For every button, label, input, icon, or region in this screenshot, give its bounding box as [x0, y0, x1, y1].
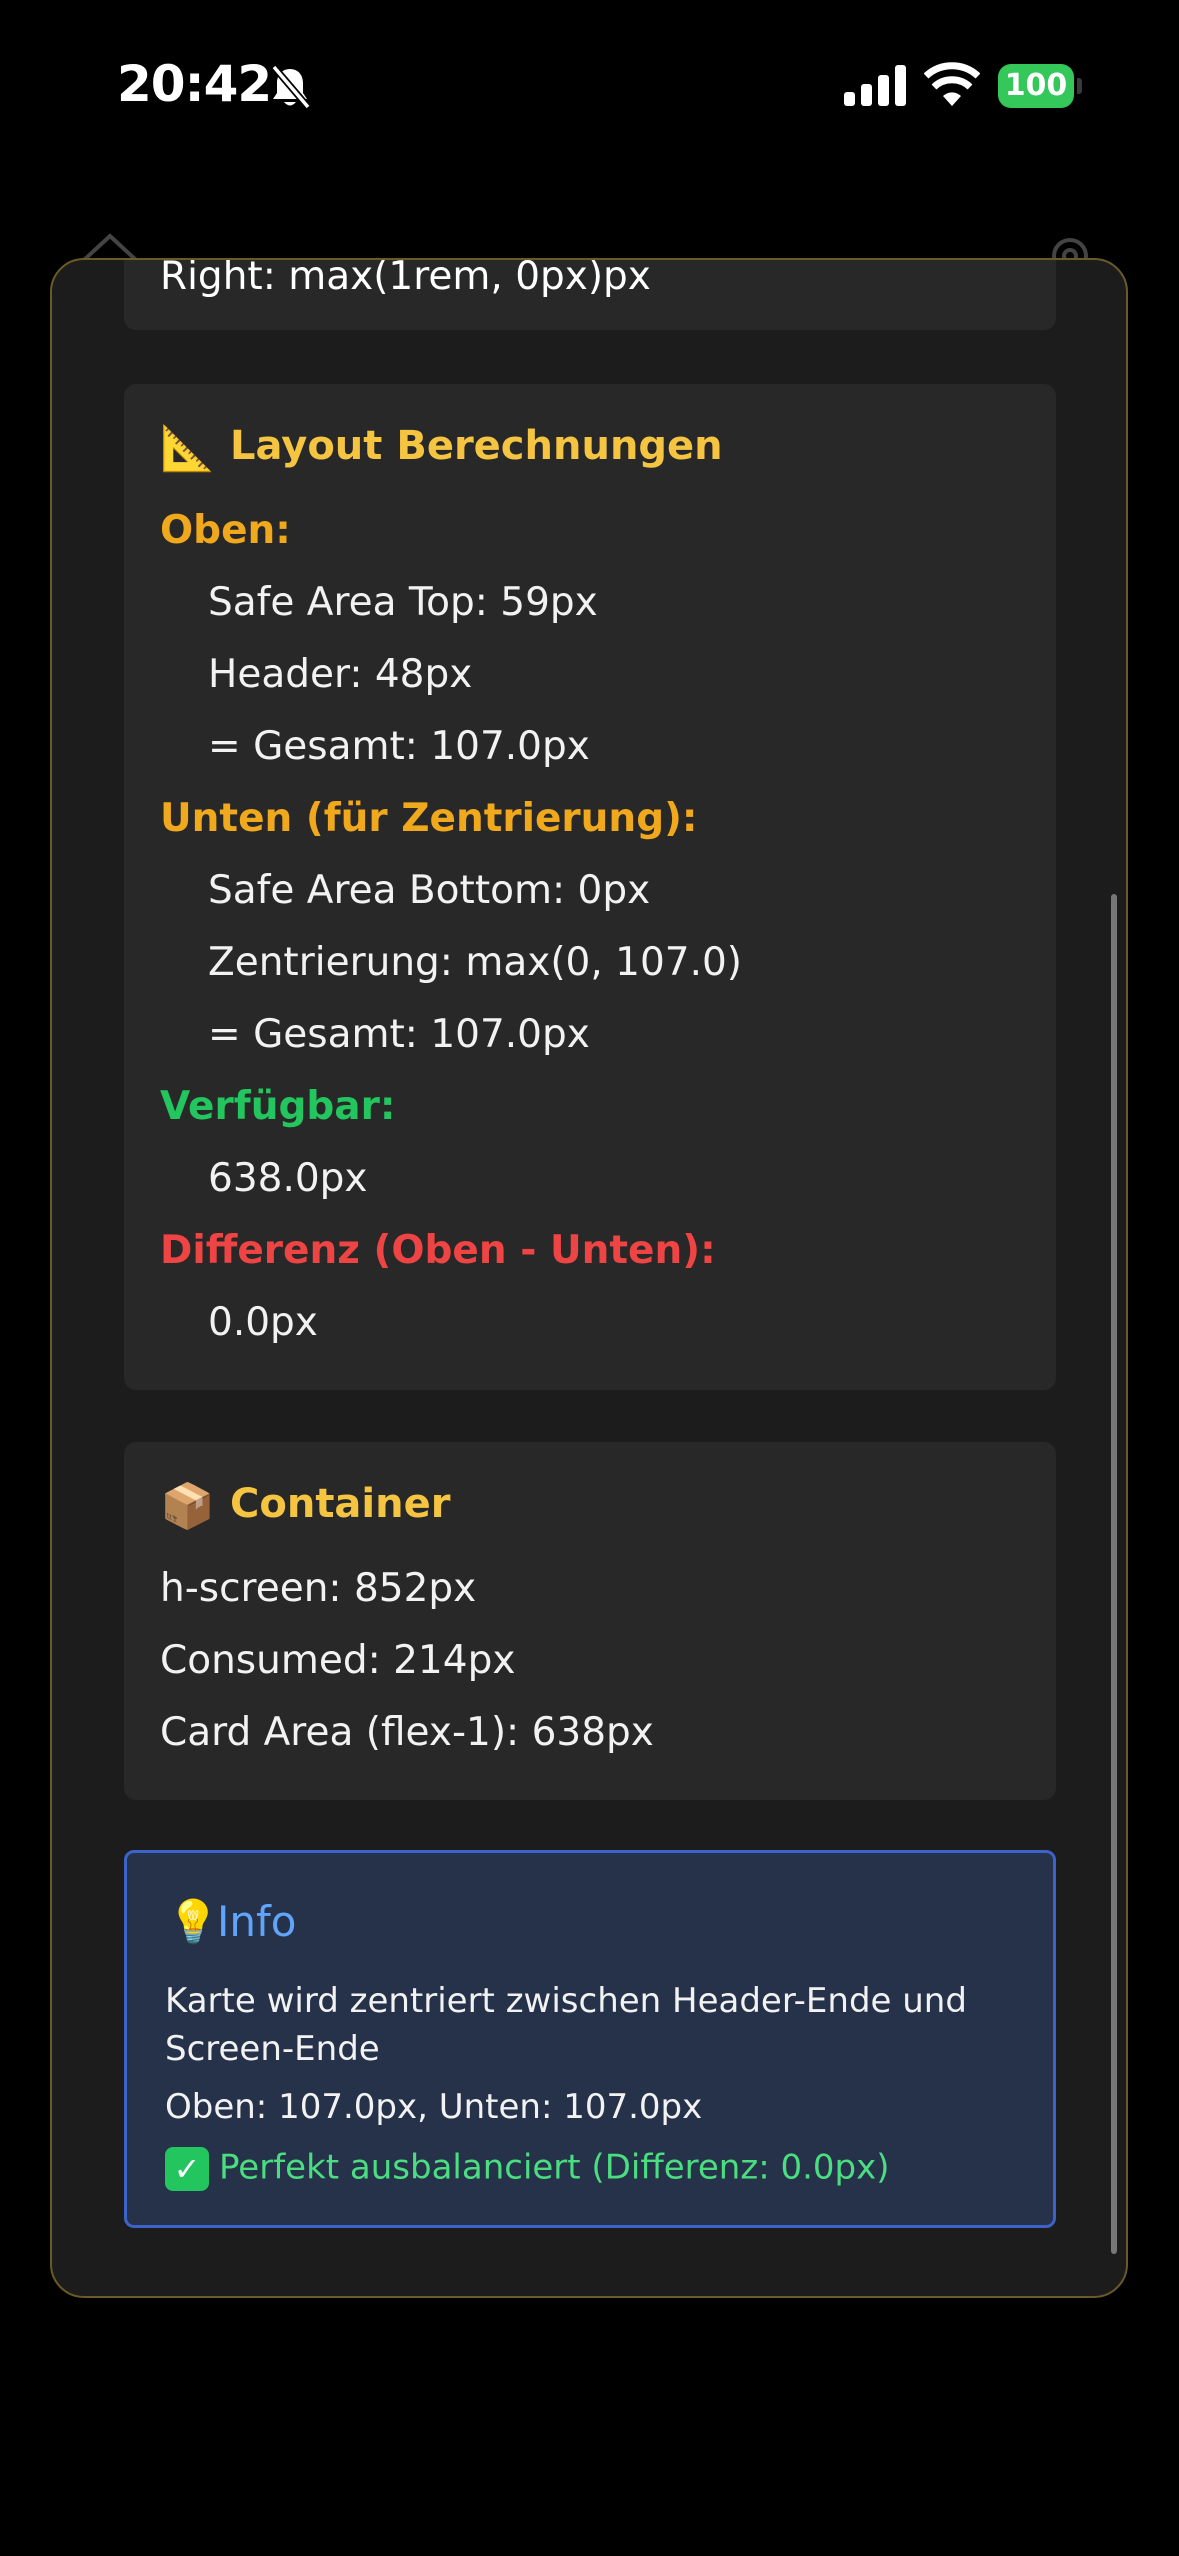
container-line: Consumed: 214px — [160, 1638, 516, 1683]
cellular-signal-icon — [844, 65, 906, 106]
triangle-ruler-icon: 📐 — [160, 423, 215, 474]
info-box: 💡Info Karte wird zentriert zwischen Head… — [124, 1850, 1056, 2228]
layout-calculations-card: 📐 Layout Berechnungen Oben: Safe Area Top… — [124, 384, 1056, 1390]
oben-line: = Gesamt: 107.0px — [208, 724, 590, 769]
status-bar: 20:42 100 — [0, 0, 1179, 175]
layout-card-title: 📐 Layout Berechnungen — [160, 422, 723, 474]
debug-panel[interactable]: Right: max(1rem, 0px)px 📐 Layout Berechnu… — [50, 258, 1128, 2298]
container-card: 📦 Container h-screen: 852px Consumed: 214… — [124, 1442, 1056, 1800]
info-title-text: Info — [217, 1897, 297, 1946]
oben-label: Oben: — [160, 508, 291, 553]
scrollbar[interactable] — [1111, 894, 1117, 2254]
wifi-icon — [924, 62, 980, 106]
balance-status: ✓ Perfekt ausbalanciert (Differenz: 0.0px… — [165, 2147, 890, 2191]
unten-line: Safe Area Bottom: 0px — [208, 868, 651, 913]
safe-area-right-line: Right: max(1rem, 0px)px — [160, 258, 651, 299]
balance-status-text: Perfekt ausbalanciert (Differenz: 0.0px) — [219, 2147, 890, 2188]
oben-line: Header: 48px — [208, 652, 473, 697]
package-icon: 📦 — [160, 1481, 215, 1532]
info-description: Karte wird zentriert zwischen Header-End… — [165, 1981, 967, 2069]
lightbulb-icon: 💡 — [167, 1897, 220, 1946]
unten-line: Zentrierung: max(0, 107.0) — [208, 940, 743, 985]
unten-line: = Gesamt: 107.0px — [208, 1012, 590, 1057]
unten-label: Unten (für Zentrierung): — [160, 796, 698, 841]
verfuegbar-label: Verfügbar: — [160, 1084, 396, 1129]
container-line: Card Area (flex-1): 638px — [160, 1710, 654, 1755]
battery-level: 100 — [998, 64, 1074, 108]
battery-icon: 100 — [998, 64, 1082, 108]
differenz-value: 0.0px — [208, 1300, 318, 1345]
container-line: h-screen: 852px — [160, 1566, 477, 1611]
verfuegbar-value: 638.0px — [208, 1156, 368, 1201]
layout-title-text: Layout Berechnungen — [230, 423, 723, 469]
oben-line: Safe Area Top: 59px — [208, 580, 598, 625]
safe-area-card: Right: max(1rem, 0px)px — [124, 258, 1056, 330]
container-title-text: Container — [230, 1481, 451, 1527]
info-title: 💡Info — [167, 1897, 297, 1947]
bell-muted-icon — [271, 64, 311, 110]
differenz-label: Differenz (Oben - Unten): — [160, 1228, 716, 1273]
info-values: Oben: 107.0px, Unten: 107.0px — [165, 2087, 703, 2127]
container-card-title: 📦 Container — [160, 1480, 450, 1532]
battery-tip — [1077, 78, 1082, 94]
check-icon: ✓ — [165, 2147, 209, 2191]
status-time: 20:42 — [117, 55, 272, 113]
